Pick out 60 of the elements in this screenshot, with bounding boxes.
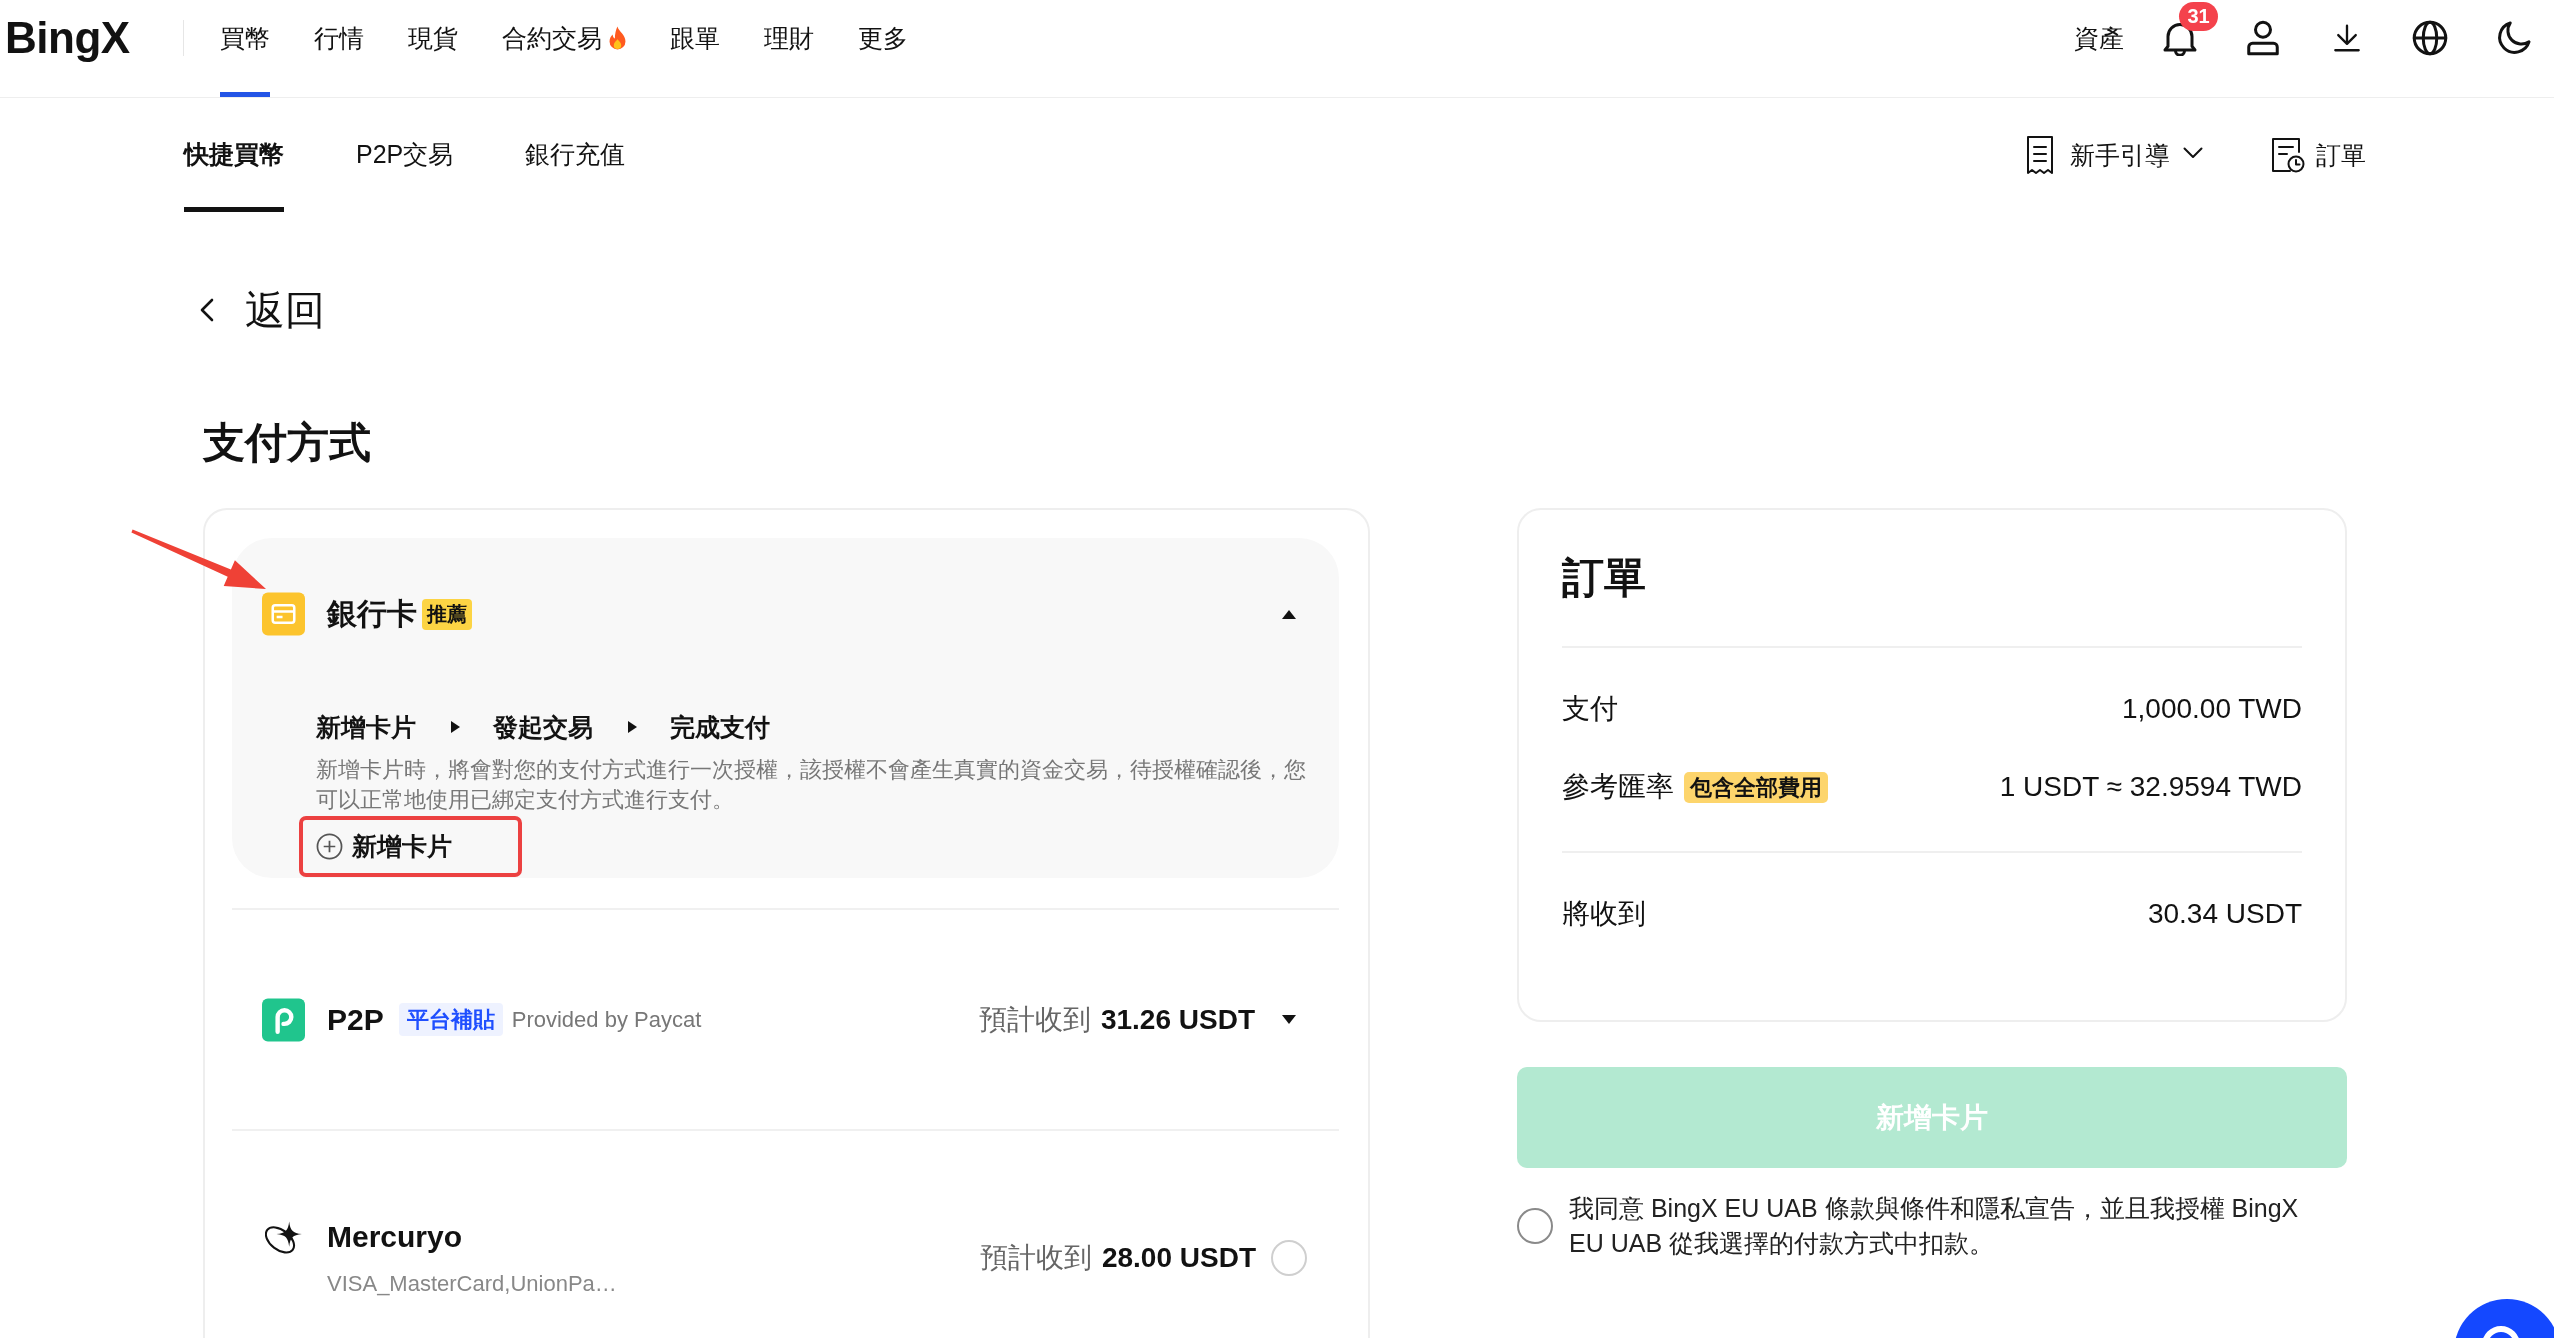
globe-icon[interactable]	[2412, 20, 2448, 56]
document-clock-icon	[2271, 137, 2305, 173]
summary-value: 1 USDT ≈ 32.9594 TWD	[1999, 771, 2302, 803]
summary-label: 參考匯率	[1562, 770, 1674, 804]
receipt-icon	[2026, 135, 2054, 175]
step-label: 完成支付	[670, 712, 770, 743]
tab[interactable]: P2P交易	[356, 98, 454, 212]
method-tag: 推薦	[422, 598, 472, 630]
p2p-icon	[262, 997, 305, 1042]
tab[interactable]: 銀行充值	[525, 98, 626, 212]
fee-tag: 包含全部費用	[1684, 771, 1828, 803]
caret-icon[interactable]	[1282, 1015, 1296, 1024]
method-name: 銀行卡	[327, 596, 417, 632]
chevron-left-icon	[200, 298, 214, 322]
description-text: 新增卡片時，將會對您的支付方式進行一次授權，該授權不會產生真實的資金交易，待授權確認後，您可以正常地使用已綁定支付方式進行支付。	[316, 756, 1307, 814]
card-title: 訂單	[1562, 553, 1647, 603]
nav-tab[interactable]: 買幣	[220, 0, 270, 97]
agree-radio[interactable]	[1517, 1208, 1553, 1244]
method-tag: 平台補貼	[398, 1003, 503, 1036]
caret-icon[interactable]	[1282, 609, 1296, 619]
caret-right-icon	[451, 721, 460, 733]
orders-button[interactable]: 訂單	[2271, 137, 2366, 173]
card-icon	[262, 592, 305, 636]
step-label: 發起交易	[493, 712, 593, 743]
nav-tab[interactable]: 更多	[858, 0, 908, 97]
estimate-value: 28.00 USDT	[1101, 1242, 1256, 1274]
agreement-text: 我同意 BingX EU UAB 條款與條件和隱私宣告，並且我授權 BingX EU UAB 從我選擇的付款方式中扣款。	[1569, 1193, 2300, 1259]
estimate-label: 預計收到	[978, 1002, 1091, 1037]
notification-badge: 31	[2179, 2, 2218, 31]
summary-label: 支付	[1562, 692, 1618, 726]
user-icon[interactable]	[2245, 20, 2281, 56]
estimate-label: 預計收到	[979, 1241, 1092, 1275]
nav-tab[interactable]: 跟單	[670, 0, 720, 97]
plus-circle-icon	[316, 833, 343, 860]
assets-link[interactable]: 資產	[2074, 21, 2124, 55]
summary-label: 將收到	[1562, 897, 1646, 931]
download-icon[interactable]	[2333, 24, 2361, 52]
add-card-link[interactable]: 新增卡片	[316, 830, 452, 863]
moon-icon[interactable]	[2496, 20, 2532, 56]
back-link[interactable]: 返回	[200, 285, 325, 335]
logo[interactable]: BingX	[5, 0, 145, 76]
nav-tab[interactable]: 理財	[764, 0, 814, 97]
summary-value: 30.34 USDT	[2147, 898, 2302, 930]
radio-button[interactable]	[1271, 1240, 1307, 1276]
step-label: 新增卡片	[316, 712, 416, 743]
provider-text: Provided by Paycat	[511, 1006, 702, 1033]
tab[interactable]: 快捷買幣	[184, 98, 284, 212]
page-title: 支付方式	[203, 418, 371, 468]
method-name: Mercuryo	[327, 1219, 463, 1255]
method-subtitle: VISA_MasterCard,UnionPa…	[327, 1270, 617, 1298]
nav-tab[interactable]: 行情	[314, 0, 364, 97]
star-orbit-icon	[265, 1220, 303, 1254]
guide-button[interactable]: 新手引導	[2026, 135, 2203, 175]
nav-tab[interactable]: 合約交易	[502, 0, 626, 97]
summary-value: 1,000.00 TWD	[2121, 693, 2302, 725]
estimate-value: 31.26 USDT	[1100, 1003, 1255, 1036]
nav-tab[interactable]: 現貨	[408, 0, 458, 97]
method-name: P2P	[327, 1001, 384, 1038]
caret-right-icon	[628, 721, 637, 733]
chevron-down-icon	[2183, 147, 2203, 159]
